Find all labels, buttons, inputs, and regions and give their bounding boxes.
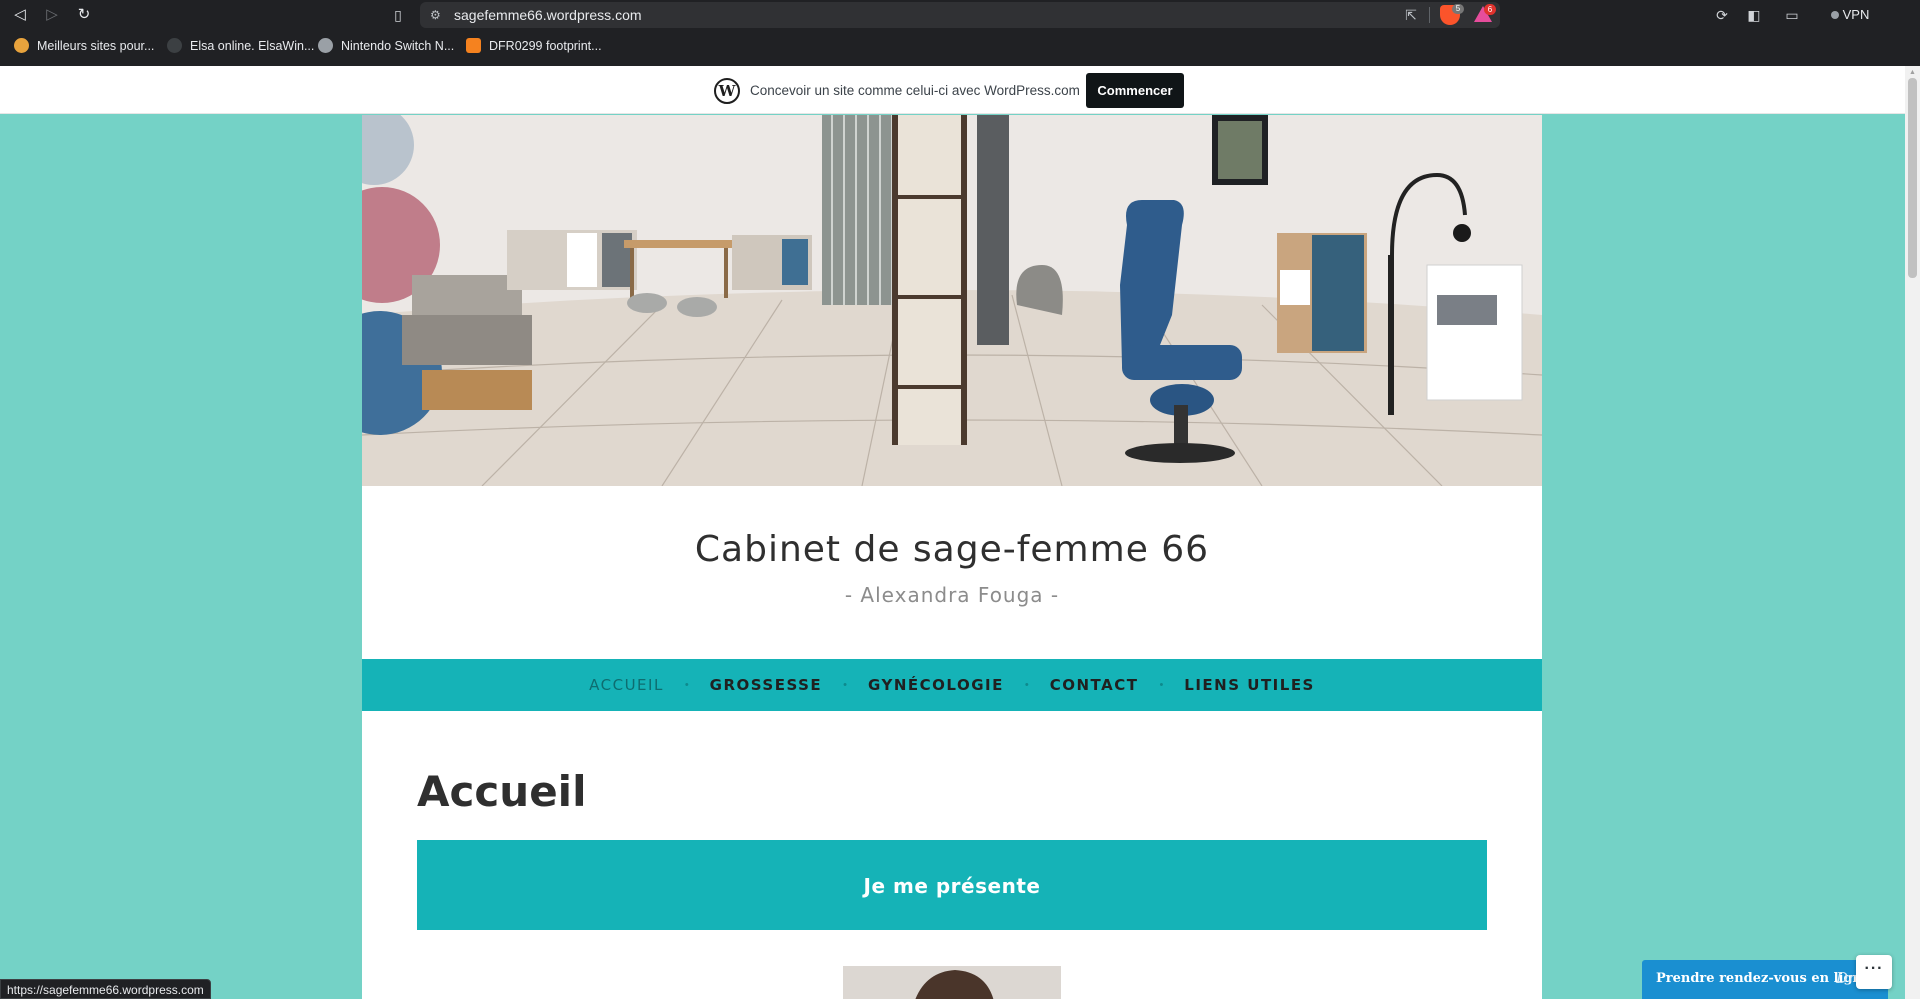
nav-separator: • <box>843 679 848 691</box>
site-page: Cabinet de sage-femme 66 - Alexandra Fou… <box>362 115 1542 999</box>
browser-chrome: ◁ ▷ ↻ ▯ ⚙ sagefemme66.wordpress.com ⇱ 5 … <box>0 0 1920 66</box>
share-icon[interactable]: ⇱ <box>1402 6 1420 24</box>
book-appointment-button[interactable]: Prendre rendez-vous en ligne Dr <box>1642 960 1888 999</box>
bookmark-item[interactable]: Elsa online. ElsaWin... <box>167 36 314 56</box>
address-bar[interactable]: ⚙ sagefemme66.wordpress.com ⇱ 5 6 <box>420 2 1500 28</box>
bookmark-item[interactable]: Nintendo Switch N... <box>318 36 454 56</box>
bookmark-icon[interactable]: ▯ <box>388 5 408 25</box>
nav-separator: • <box>684 679 689 691</box>
bookmark-label: Elsa online. ElsaWin... <box>190 39 315 53</box>
more-options-button[interactable]: ··· <box>1856 955 1892 989</box>
globe-icon <box>318 38 333 53</box>
vpn-label: VPN <box>1842 7 1870 22</box>
forward-icon[interactable]: ▷ <box>42 5 62 25</box>
header-image <box>362 115 1542 486</box>
wordpress-logo-icon[interactable]: W <box>714 78 740 104</box>
wordpress-banner-text[interactable]: Concevoir un site comme celui-ci avec Wo… <box>750 82 1080 100</box>
site-tagline: - Alexandra Fouga - <box>844 583 1060 607</box>
site-branding: Cabinet de sage-femme 66 - Alexandra Fou… <box>362 486 1542 659</box>
elsa-icon <box>167 38 182 53</box>
site-info-icon[interactable]: ⚙ <box>430 7 446 23</box>
cover-heading: Je me présente <box>863 874 1041 898</box>
cover-block: Je me présente <box>417 840 1487 930</box>
clinic-panorama-image <box>362 115 1542 486</box>
wordpress-banner: W Concevoir un site comme celui-ci avec … <box>0 66 1905 114</box>
nav-separator: • <box>1024 679 1029 691</box>
bookmark-item[interactable]: Meilleurs sites pour... <box>14 36 154 56</box>
portrait-image <box>843 966 1061 999</box>
vpn-button[interactable]: VPN <box>1826 4 1874 26</box>
page-title: Accueil <box>417 767 587 816</box>
nav-item-grossesse[interactable]: GROSSESSE <box>710 676 822 694</box>
browser-toolbar: ◁ ▷ ↻ ▯ ⚙ sagefemme66.wordpress.com ⇱ 5 … <box>0 0 1920 30</box>
status-url-tooltip: https://sagefemme66.wordpress.com <box>0 979 211 999</box>
nav-item-contact[interactable]: CONTACT <box>1050 676 1139 694</box>
nav-separator: • <box>1159 679 1164 691</box>
scroll-thumb[interactable] <box>1908 78 1917 278</box>
vpn-status-icon <box>1830 11 1839 19</box>
get-started-button[interactable]: Commencer <box>1086 73 1184 108</box>
reload-icon[interactable]: ↻ <box>74 5 94 25</box>
bookmark-item[interactable]: DFR0299 footprint... <box>466 36 602 56</box>
scroll-up-icon[interactable]: ▲ <box>1908 69 1917 77</box>
bookmark-label: Meilleurs sites pour... <box>37 39 155 53</box>
bulb-icon <box>14 38 29 53</box>
wallet-icon[interactable]: ▭ <box>1782 5 1802 25</box>
sidebar-icon[interactable]: ◧ <box>1744 5 1764 25</box>
extensions-icon[interactable]: ⟳ <box>1712 5 1732 25</box>
bookmark-label: Nintendo Switch N... <box>341 39 455 53</box>
url-separator <box>1429 7 1430 23</box>
url-text[interactable]: sagefemme66.wordpress.com <box>454 7 642 23</box>
dfrobot-icon <box>466 38 481 53</box>
nav-item-liens-utiles[interactable]: LIENS UTILES <box>1184 676 1315 694</box>
back-icon[interactable]: ◁ <box>10 5 30 25</box>
portrait-photo <box>843 966 1061 999</box>
doctolib-logo-icon: Dr <box>1836 969 1856 987</box>
brave-rewards-badge: 6 <box>1484 4 1496 15</box>
brave-shield-badge: 5 <box>1452 4 1464 14</box>
bookmark-label: DFR0299 footprint... <box>489 39 602 53</box>
page-scrollbar[interactable]: ▲ <box>1905 66 1920 999</box>
nav-item-gynecologie[interactable]: GYNÉCOLOGIE <box>868 676 1004 694</box>
bookmarks-bar: Meilleurs sites pour... Elsa online. Els… <box>0 32 1920 60</box>
nav-item-accueil[interactable]: ACCUEIL <box>589 676 664 694</box>
main-navigation: ACCUEIL • GROSSESSE • GYNÉCOLOGIE • CONT… <box>362 659 1542 711</box>
site-title[interactable]: Cabinet de sage-femme 66 <box>362 528 1542 572</box>
